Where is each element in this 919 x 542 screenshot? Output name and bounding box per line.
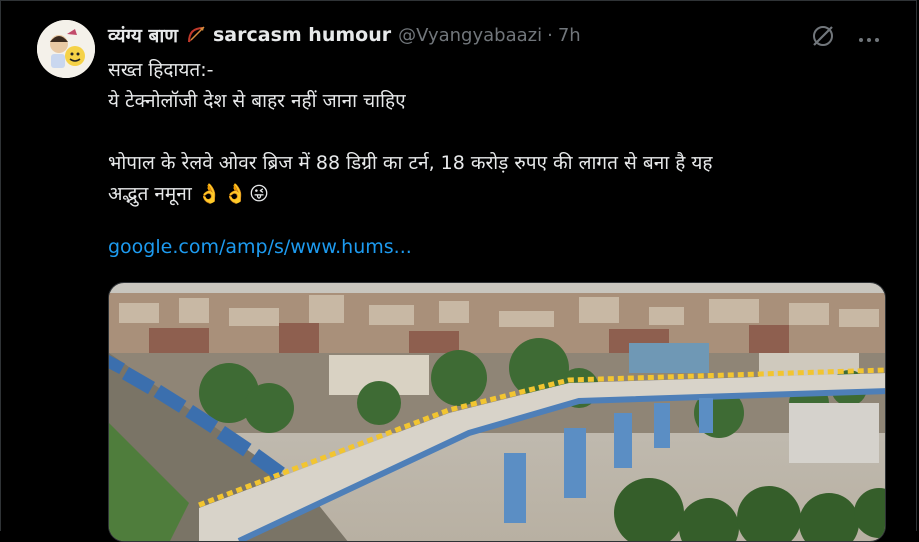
bridge-photo [109, 283, 885, 541]
separator-dot: · [547, 24, 553, 46]
emoji-group: 👌👌😜 [197, 183, 271, 205]
post-line-3: भोपाल के रेलवे ओवर ब्रिज में 88 डिग्री क… [108, 152, 713, 174]
display-name[interactable]: व्यंग्य बाण [108, 22, 178, 48]
avatar[interactable] [37, 20, 95, 78]
post-text: सख्त हिदायत:- ये टेक्नोलॉजी देश से बाहर … [108, 55, 868, 210]
post-line-1: सख्त हिदायत:- [108, 59, 214, 81]
more-icon[interactable] [858, 29, 880, 48]
article-link[interactable]: google.com/amp/s/www.hums... [108, 236, 412, 258]
bow-arrow-icon [185, 24, 207, 46]
post-line-2: ये टेक्नोलॉजी देश से बाहर नहीं जाना चाहि… [108, 90, 406, 112]
avatar-illustration [37, 20, 95, 78]
secondary-name[interactable]: sarcasm humour [213, 24, 391, 46]
post-card[interactable]: व्यंग्य बाण sarcasm humour @Vyangyabaazi… [0, 0, 917, 542]
post-line-4: अद्भुत नमूना [108, 183, 192, 205]
post-line-4-wrap: अद्भुत नमूना 👌👌😜 [108, 179, 868, 210]
post-header: व्यंग्य बाण sarcasm humour @Vyangyabaazi… [108, 21, 581, 49]
post-image[interactable] [108, 282, 886, 542]
grok-icon[interactable] [810, 23, 836, 53]
post-time[interactable]: 7h [558, 25, 581, 46]
user-handle[interactable]: @Vyangyabaazi [398, 25, 542, 46]
